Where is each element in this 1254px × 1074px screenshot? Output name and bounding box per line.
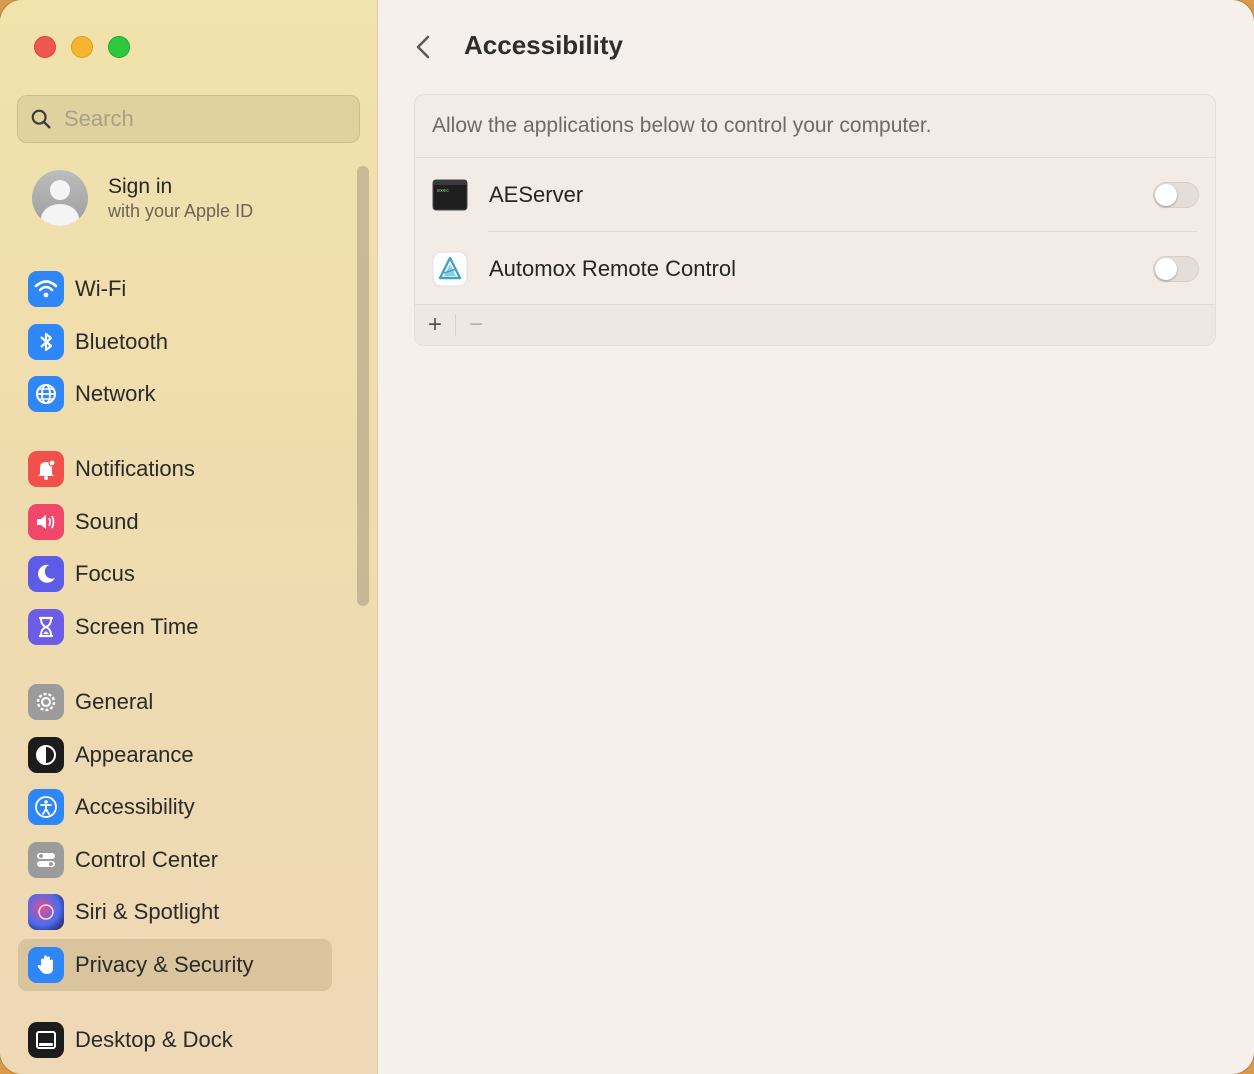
sidebar-item-label: General: [75, 689, 154, 714]
sidebar-item-wifi[interactable]: Wi-Fi: [18, 263, 332, 315]
sidebar-item-siri-spotlight[interactable]: Siri & Spotlight: [18, 886, 332, 938]
aeserver-toggle[interactable]: [1153, 182, 1199, 208]
terminal-app-icon: exec: [432, 179, 468, 211]
sidebar-item-focus[interactable]: Focus: [18, 548, 332, 600]
sidebar-item-privacy-security[interactable]: Privacy & Security: [18, 939, 332, 991]
sidebar-item-label: Focus: [75, 561, 135, 586]
sidebar-item-label: Appearance: [75, 742, 194, 767]
sidebar-item-screen-time[interactable]: Screen Time: [18, 601, 332, 653]
app-row-aeserver: exec AEServer: [415, 158, 1215, 232]
siri-icon: [28, 894, 64, 930]
sidebar-item-accessibility[interactable]: Accessibility: [18, 781, 332, 833]
sidebar-item-label: Desktop & Dock: [75, 1027, 233, 1052]
sidebar-item-notifications[interactable]: Notifications: [18, 443, 332, 495]
sidebar-scrollbar[interactable]: [357, 166, 369, 606]
sidebar-item-label: Accessibility: [75, 794, 195, 819]
sidebar-item-sound[interactable]: Sound: [18, 496, 332, 548]
globe-icon: [28, 376, 64, 412]
svg-text:exec: exec: [437, 188, 449, 194]
sidebar-item-label: Screen Time: [75, 614, 199, 639]
hourglass-icon: [28, 609, 64, 645]
window-controls: [34, 36, 130, 58]
sidebar-item-label: Wi-Fi: [75, 276, 127, 301]
app-row-automox: Automox Remote Control: [415, 232, 1215, 306]
control-center-icon: [28, 842, 64, 878]
gear-icon: [28, 684, 64, 720]
panel-footer: + −: [415, 304, 1215, 345]
sidebar-item-bluetooth[interactable]: Bluetooth: [18, 316, 332, 368]
automox-app-icon: [432, 251, 468, 287]
bell-icon: [28, 451, 64, 487]
signin-title: Sign in: [108, 175, 173, 198]
sidebar-item-label: Privacy & Security: [75, 952, 254, 977]
automox-toggle[interactable]: [1153, 256, 1199, 282]
app-name: AEServer: [489, 182, 584, 207]
page-title: Accessibility: [464, 30, 623, 60]
search-input[interactable]: [64, 106, 324, 132]
appearance-icon: [28, 737, 64, 773]
sidebar-item-network[interactable]: Network: [18, 368, 332, 420]
apple-id-signin[interactable]: Sign in with your Apple ID: [32, 170, 253, 226]
avatar: [32, 170, 88, 226]
sidebar-item-label: Control Center: [75, 847, 219, 872]
sidebar-item-general[interactable]: General: [18, 676, 332, 728]
dock-icon: [28, 1022, 64, 1058]
signin-subtitle: with your Apple ID: [108, 201, 254, 221]
sidebar-item-label: Network: [75, 381, 156, 406]
sidebar-item-label: Sound: [75, 509, 139, 534]
close-window-button[interactable]: [34, 36, 56, 58]
panel-description: Allow the applications below to control …: [415, 95, 1215, 158]
sidebar-item-label: Bluetooth: [75, 329, 168, 354]
add-app-button[interactable]: +: [415, 305, 455, 346]
minimize-window-button[interactable]: [71, 36, 93, 58]
search-icon: [31, 109, 51, 129]
search-field[interactable]: [17, 95, 360, 143]
sidebar-item-appearance[interactable]: Appearance: [18, 729, 332, 781]
zoom-window-button[interactable]: [108, 36, 130, 58]
sidebar-item-control-center[interactable]: Control Center: [18, 834, 332, 886]
sidebar-item-desktop-dock[interactable]: Desktop & Dock: [18, 1014, 332, 1066]
sidebar-item-label: Notifications: [75, 456, 195, 481]
speaker-icon: [28, 504, 64, 540]
main-content: Accessibility Allow the applications bel…: [378, 0, 1254, 1074]
sidebar-item-label: Siri & Spotlight: [75, 899, 220, 924]
sidebar: Sign in with your Apple ID Wi-Fi Bluetoo…: [0, 0, 378, 1074]
app-name: Automox Remote Control: [489, 256, 736, 281]
remove-app-button[interactable]: −: [456, 305, 496, 346]
hand-icon: [28, 947, 64, 983]
accessibility-icon: [28, 789, 64, 825]
system-settings-window: Sign in with your Apple ID Wi-Fi Bluetoo…: [0, 0, 1254, 1074]
accessibility-apps-panel: Allow the applications below to control …: [414, 94, 1216, 346]
moon-icon: [28, 556, 64, 592]
back-chevron-icon[interactable]: [408, 30, 440, 64]
bluetooth-icon: [28, 324, 64, 360]
wifi-icon: [28, 271, 64, 307]
